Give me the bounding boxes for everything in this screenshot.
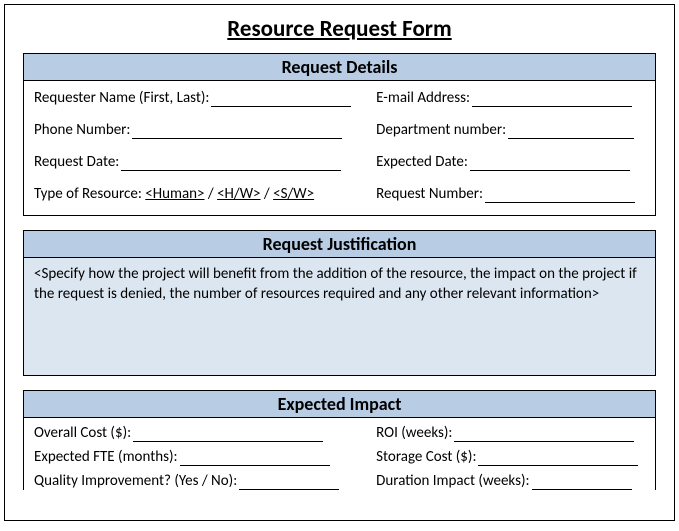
section-header-justification: Request Justification	[23, 230, 656, 258]
blank-expected-fte[interactable]	[180, 451, 330, 466]
type-label-text: Type of Resource:	[34, 185, 142, 203]
label-expected-date: Expected Date:	[376, 153, 468, 171]
justification-placeholder: <Specify how the project will benefit fr…	[34, 265, 637, 303]
form-title: Resource Request Form	[23, 15, 656, 43]
blank-quality-improvement[interactable]	[239, 475, 339, 490]
label-overall-cost: Overall Cost ($):	[34, 424, 131, 442]
label-storage-cost: Storage Cost ($):	[376, 448, 476, 466]
type-sep-1: /	[205, 185, 218, 203]
form-page: Resource Request Form Request Details Re…	[4, 4, 675, 521]
label-type-of-resource: Type of Resource: <Human> / <H/W> / <S/W…	[34, 185, 314, 203]
blank-request-date[interactable]	[121, 156, 341, 171]
section-header-details: Request Details	[23, 53, 656, 81]
label-expected-fte: Expected FTE (months):	[34, 448, 178, 466]
label-phone: Phone Number:	[34, 121, 130, 139]
blank-storage-cost[interactable]	[478, 451, 638, 466]
label-request-number: Request Number:	[376, 185, 483, 203]
type-option-sw[interactable]: <S/W>	[273, 185, 314, 203]
blank-roi[interactable]	[454, 427, 634, 442]
type-option-human[interactable]: <Human>	[145, 185, 204, 203]
impact-body: Overall Cost ($): ROI (weeks): Expected …	[23, 418, 656, 490]
label-requester-name: Requester Name (First, Last):	[34, 89, 209, 107]
type-option-hw[interactable]: <H/W>	[217, 185, 260, 203]
label-quality-improvement: Quality Improvement? (Yes / No):	[34, 472, 237, 490]
blank-department[interactable]	[508, 124, 634, 139]
label-duration-impact: Duration Impact (weeks):	[376, 472, 529, 490]
type-sep-2: /	[261, 185, 274, 203]
label-department: Department number:	[376, 121, 506, 139]
blank-email[interactable]	[472, 92, 632, 107]
details-body: Requester Name (First, Last): E-mail Add…	[23, 81, 656, 216]
blank-duration-impact[interactable]	[532, 475, 632, 490]
justification-body[interactable]: <Specify how the project will benefit fr…	[23, 258, 656, 376]
label-roi: ROI (weeks):	[376, 424, 452, 442]
section-header-impact: Expected Impact	[23, 390, 656, 418]
label-email: E-mail Address:	[376, 89, 470, 107]
blank-request-number[interactable]	[485, 188, 635, 203]
blank-phone[interactable]	[132, 124, 342, 139]
blank-overall-cost[interactable]	[133, 427, 323, 442]
blank-requester-name[interactable]	[211, 92, 351, 107]
label-request-date: Request Date:	[34, 153, 119, 171]
blank-expected-date[interactable]	[470, 156, 630, 171]
